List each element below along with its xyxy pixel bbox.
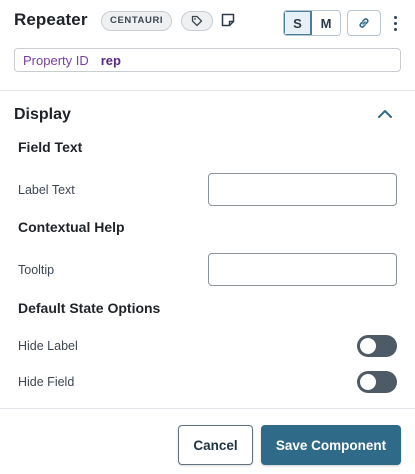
hide-label-label: Hide Label bbox=[18, 339, 78, 353]
panel-header: Repeater CENTAURI S M bbox=[0, 0, 415, 44]
component-settings-panel: Repeater CENTAURI S M Property ID rep Di… bbox=[0, 0, 415, 474]
toggle-knob bbox=[360, 338, 376, 354]
chevron-up-icon[interactable] bbox=[377, 108, 393, 120]
tooltip-label: Tooltip bbox=[18, 263, 55, 277]
save-component-button[interactable]: Save Component bbox=[261, 425, 401, 465]
tag-button[interactable] bbox=[181, 11, 213, 31]
hide-label-toggle[interactable] bbox=[357, 335, 397, 357]
cancel-button[interactable]: Cancel bbox=[178, 425, 253, 465]
default-state-heading: Default State Options bbox=[18, 300, 161, 316]
design-system-badge: CENTAURI bbox=[101, 11, 173, 31]
toggle-knob bbox=[360, 374, 376, 390]
size-s-button[interactable]: S bbox=[284, 11, 312, 35]
field-text-heading: Field Text bbox=[18, 139, 83, 155]
label-text-input[interactable] bbox=[208, 173, 397, 206]
hide-field-toggle[interactable] bbox=[357, 371, 397, 393]
header-divider bbox=[0, 90, 415, 91]
link-button[interactable] bbox=[347, 10, 381, 36]
link-icon bbox=[359, 18, 369, 28]
label-text-label: Label Text bbox=[18, 183, 75, 197]
property-id-value: rep bbox=[100, 52, 121, 68]
property-id-field[interactable]: Property ID rep bbox=[14, 48, 401, 72]
hide-field-label: Hide Field bbox=[18, 375, 75, 389]
size-m-button[interactable]: M bbox=[312, 11, 340, 35]
tag-icon bbox=[191, 15, 203, 27]
more-options-icon[interactable] bbox=[388, 12, 402, 34]
tooltip-input[interactable] bbox=[208, 253, 397, 286]
size-toggle: S M bbox=[283, 10, 341, 36]
property-id-label: Property ID bbox=[23, 52, 89, 68]
contextual-help-heading: Contextual Help bbox=[18, 219, 125, 235]
component-title: Repeater bbox=[14, 10, 88, 29]
note-icon[interactable] bbox=[220, 12, 236, 28]
display-section-title[interactable]: Display bbox=[14, 106, 71, 124]
footer-divider bbox=[0, 408, 415, 409]
